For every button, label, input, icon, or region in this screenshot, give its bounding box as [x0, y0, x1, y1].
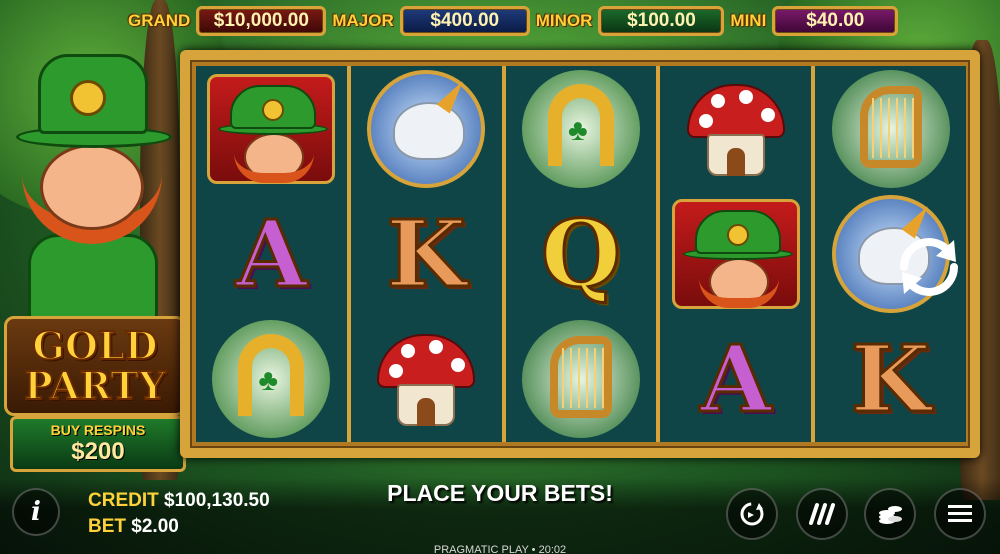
- clover-coin-icon: [70, 80, 106, 116]
- buy-respins-label: BUY RESPINS: [50, 422, 146, 438]
- menu-button[interactable]: [934, 488, 986, 540]
- jackpot-bar: GRAND $10,000.00 MAJOR $400.00 MINOR $10…: [128, 4, 973, 38]
- bet-button[interactable]: [864, 488, 916, 540]
- reel-cell: K: [351, 191, 502, 316]
- autoplay-button[interactable]: [726, 488, 778, 540]
- credit-label: CREDIT: [88, 490, 159, 511]
- reel-3: ♣ Q: [505, 66, 657, 442]
- harp-symbol: [831, 69, 950, 188]
- menu-icon: [948, 505, 972, 522]
- reel-cell: [506, 317, 657, 442]
- spin-icon[interactable]: [884, 222, 974, 312]
- status-message: PLACE YOUR BETS!: [387, 480, 613, 506]
- balance-panel: CREDIT $100,130.50 BET $2.00: [88, 488, 270, 540]
- turbo-icon: [809, 503, 835, 525]
- leprechaun-symbol: [671, 198, 800, 309]
- reel-cell: [815, 66, 966, 191]
- bet-label: BET: [88, 516, 126, 537]
- jackpot-mini: MINI $40.00: [730, 6, 899, 36]
- jackpot-label: MINOR: [535, 11, 593, 30]
- bet-coins-icon: [879, 506, 902, 524]
- jackpot-label: MAJOR: [332, 11, 394, 30]
- jackpot-grand: GRAND $10,000.00: [128, 6, 327, 36]
- horseshoe-symbol: ♣: [521, 69, 640, 188]
- reel-4: A: [660, 66, 812, 442]
- jackpot-value: $40.00: [772, 6, 899, 36]
- autoplay-icon: [740, 502, 764, 526]
- horseshoe-symbol: ♣: [212, 320, 331, 439]
- reels-grid: A ♣ K ♣ Q A K: [196, 66, 966, 442]
- reel-cell: ♣: [506, 66, 657, 191]
- jackpot-label: MINI: [730, 11, 767, 30]
- footer-text: PRAGMATIC PLAY • 20:02: [433, 544, 567, 554]
- reel-cell: [196, 66, 347, 191]
- reel-1: A ♣: [196, 66, 347, 442]
- logo-line-1: GOLD: [31, 323, 158, 368]
- leprechaun-symbol: [207, 73, 336, 184]
- unicorn-symbol: [367, 69, 486, 188]
- credit-value: $100,130.50: [164, 490, 270, 511]
- leprechaun-mascot: [8, 54, 176, 324]
- letter-symbol-q: Q: [539, 199, 622, 308]
- game-scene: GRAND $10,000.00 MAJOR $400.00 MINOR $10…: [0, 0, 1000, 554]
- mushroom-symbol: [677, 74, 795, 184]
- letter-symbol-a: A: [699, 325, 773, 434]
- jackpot-value: $400.00: [399, 6, 530, 36]
- letter-symbol-a: A: [234, 199, 308, 308]
- reel-cell: [351, 66, 502, 191]
- letter-symbol-k: K: [849, 325, 932, 434]
- game-logo: GOLD PARTY: [4, 316, 186, 416]
- logo-line-2: PARTY: [23, 363, 167, 408]
- reel-cell: ♣: [196, 317, 347, 442]
- reel-cell: A: [196, 191, 347, 316]
- info-button[interactable]: i: [12, 488, 60, 536]
- jackpot-value: $10,000.00: [196, 6, 327, 36]
- mushroom-symbol: [367, 324, 485, 434]
- buy-respins-price: $200: [71, 438, 125, 465]
- reel-cell: [351, 317, 502, 442]
- reel-cell: K: [815, 317, 966, 442]
- jackpot-major: MAJOR $400.00: [332, 6, 530, 36]
- reel-cell: Q: [506, 191, 657, 316]
- letter-symbol-k: K: [385, 199, 468, 308]
- bet-value: $2.00: [131, 516, 179, 537]
- jackpot-value: $100.00: [598, 6, 725, 36]
- reel-cell: [660, 66, 811, 191]
- jackpot-minor: MINOR $100.00: [536, 6, 725, 36]
- turbo-button[interactable]: [796, 488, 848, 540]
- reel-cell: [660, 191, 811, 316]
- reel-2: K: [350, 66, 502, 442]
- harp-symbol: [521, 320, 640, 439]
- reel-cell: A: [660, 317, 811, 442]
- buy-respins-button[interactable]: BUY RESPINS $200: [10, 416, 186, 472]
- jackpot-label: GRAND: [128, 11, 191, 30]
